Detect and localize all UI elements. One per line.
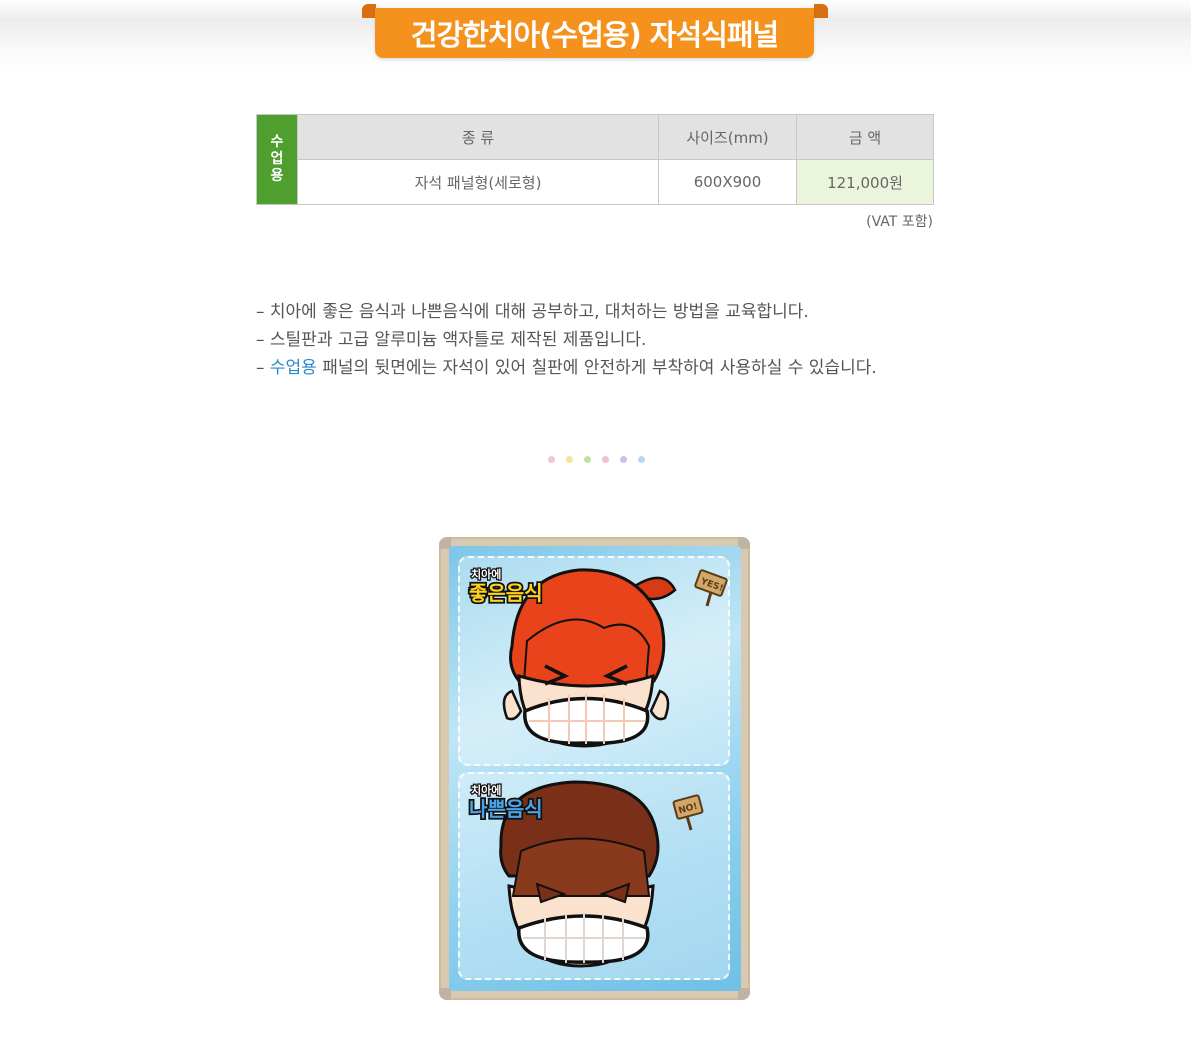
cell-price: 121,000원 bbox=[796, 159, 934, 205]
divider-dot bbox=[548, 456, 555, 463]
title-tab-ear-left bbox=[362, 4, 376, 18]
divider-dot bbox=[602, 456, 609, 463]
bullet-dash: – bbox=[256, 302, 270, 322]
price-table: 수업용 종 류 사이즈(mm) 금 액 자석 패널형(세로형) 600X900 … bbox=[256, 114, 934, 205]
side-label-cell: 수업용 bbox=[256, 114, 298, 205]
title-tab: 건강한치아(수업용) 자석식패널 bbox=[375, 8, 814, 58]
description-item: – 치아에 좋은 음식과 나쁜음식에 대해 공부하고, 대처하는 방법을 교육합… bbox=[256, 298, 877, 326]
table-row: 자석 패널형(세로형) 600X900 121,000원 bbox=[257, 159, 934, 205]
vat-note: (VAT 포함) bbox=[866, 214, 933, 230]
good-food-heading-small: 치아에 bbox=[471, 567, 501, 581]
divider-dot bbox=[620, 456, 627, 463]
divider-dot bbox=[638, 456, 645, 463]
divider-dots bbox=[548, 456, 645, 463]
title-tab-ear-right bbox=[814, 4, 828, 18]
divider-dot bbox=[566, 456, 573, 463]
page-title: 건강한치아(수업용) 자석식패널 bbox=[410, 18, 779, 52]
description-item: – 스틸판과 고급 알루미늄 액자틀로 제작된 제품입니다. bbox=[256, 326, 877, 354]
cell-type: 자석 패널형(세로형) bbox=[297, 159, 659, 205]
description-item: – 수업용 패널의 뒷면에는 자석이 있어 칠판에 안전하게 부착하여 사용하실… bbox=[256, 354, 877, 382]
divider-dot bbox=[584, 456, 591, 463]
description-text: 치아에 좋은 음식과 나쁜음식에 대해 공부하고, 대처하는 방법을 교육합니다… bbox=[269, 302, 809, 322]
bad-food-heading: 나쁜음식 bbox=[469, 797, 543, 821]
bad-food-heading-small: 치아에 bbox=[471, 783, 501, 797]
column-header-size: 사이즈(mm) bbox=[658, 114, 797, 160]
good-food-heading: 좋은음식 bbox=[469, 581, 543, 605]
description-text: 스틸판과 고급 알루미늄 액자틀로 제작된 제품입니다. bbox=[269, 330, 647, 350]
description-highlight: 수업용 bbox=[269, 358, 317, 378]
column-header-price: 금 액 bbox=[796, 114, 934, 160]
product-illustration: YES! 치아에 좋은음식 NO! 치아에 나쁜음식 bbox=[467, 566, 728, 968]
bullet-dash: – bbox=[256, 358, 270, 378]
column-header-type: 종 류 bbox=[297, 114, 659, 160]
bullet-dash: – bbox=[256, 330, 270, 350]
side-label: 수업용 bbox=[270, 134, 284, 184]
table-header-row: 수업용 종 류 사이즈(mm) 금 액 bbox=[256, 114, 934, 205]
cell-size: 600X900 bbox=[658, 159, 797, 205]
description-list: – 치아에 좋은 음식과 나쁜음식에 대해 공부하고, 대처하는 방법을 교육합… bbox=[256, 298, 877, 382]
description-text: 패널의 뒷면에는 자석이 있어 칠판에 안전하게 부착하여 사용하실 수 있습니… bbox=[316, 358, 877, 378]
